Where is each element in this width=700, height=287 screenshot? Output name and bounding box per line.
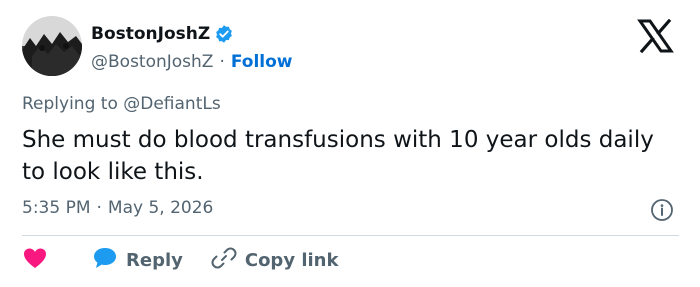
meta-separator: · [96, 198, 102, 218]
follow-button[interactable]: Follow [231, 52, 293, 72]
author-handle[interactable]: @BostonJoshZ [91, 52, 213, 72]
author-block: BostonJoshZ @BostonJoshZ · Follow [91, 21, 293, 75]
like-button[interactable] [22, 247, 48, 273]
author-display-name[interactable]: BostonJoshZ [91, 24, 210, 44]
link-icon [211, 245, 237, 275]
tweet-time[interactable]: 5:35 PM [22, 198, 91, 218]
copy-link-label: Copy link [244, 249, 339, 271]
reply-bubble-icon [92, 246, 118, 274]
action-bar: Reply Copy link [22, 246, 338, 274]
avatar[interactable] [22, 16, 82, 76]
tweet-text: She must do blood transfusions with 10 y… [22, 127, 654, 185]
tweet-timestamp[interactable]: 5:35 PM · May 5, 2026 [22, 198, 213, 218]
verified-badge-icon [214, 24, 234, 44]
copy-link-button[interactable]: Copy link [211, 245, 339, 275]
reply-mention[interactable]: @DefiantLs [123, 94, 220, 114]
handle-separator: · [219, 52, 225, 72]
reply-prefix: Replying to [22, 94, 118, 114]
x-logo-icon[interactable] [634, 18, 676, 54]
heart-icon [22, 247, 48, 273]
info-icon[interactable] [650, 198, 674, 222]
tweet-date[interactable]: May 5, 2026 [108, 198, 213, 218]
reply-button[interactable]: Reply [92, 246, 183, 274]
reply-label: Reply [126, 249, 183, 271]
divider [22, 235, 679, 236]
reply-context: Replying to @DefiantLs [22, 94, 221, 114]
